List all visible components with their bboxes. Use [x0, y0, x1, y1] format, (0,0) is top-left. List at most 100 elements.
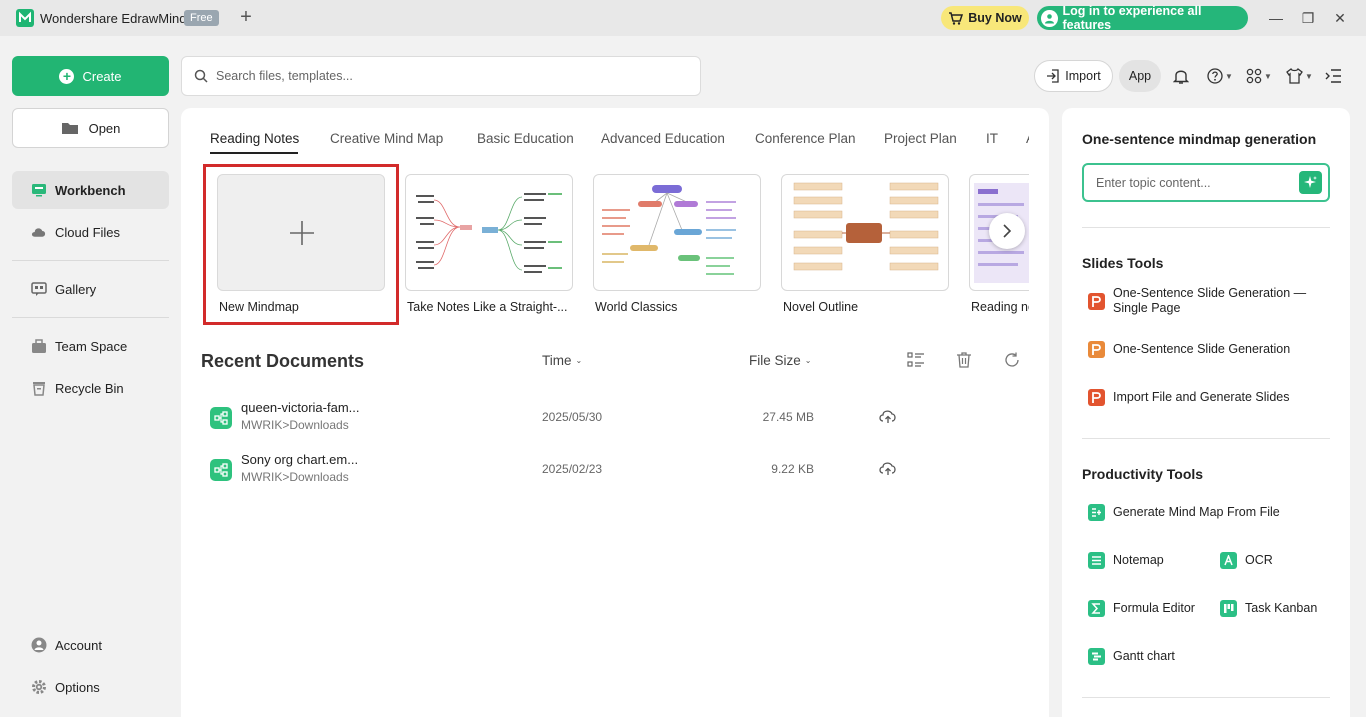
template-card-take-notes[interactable] — [405, 174, 573, 291]
login-button[interactable]: Log in to experience all features — [1037, 4, 1248, 32]
template-card-world-classics[interactable] — [593, 174, 761, 291]
tab-it[interactable]: IT — [986, 131, 998, 146]
template-card-novel-outline[interactable] — [781, 174, 949, 291]
search-bar[interactable] — [181, 56, 701, 96]
import-button[interactable]: Import — [1034, 60, 1113, 92]
document-size: 9.22 KB — [771, 462, 814, 476]
tab-advanced-education[interactable]: Advanced Education — [601, 131, 725, 146]
new-mindmap-card[interactable] — [217, 174, 385, 291]
tool-formula-editor[interactable]: Formula Editor — [1088, 600, 1195, 617]
tab-creative-mind-map[interactable]: Creative Mind Map — [330, 131, 443, 146]
tool-ocr[interactable]: OCR — [1220, 552, 1273, 569]
mindmap-generation-title: One-sentence mindmap generation — [1082, 131, 1317, 147]
productivity-tools-title: Productivity Tools — [1082, 466, 1204, 482]
sidebar-item-label: Cloud Files — [55, 224, 121, 240]
tool-slide-generation[interactable]: One-Sentence Slide Generation — [1088, 341, 1290, 358]
trash-icon[interactable] — [955, 351, 973, 369]
cloud-upload-icon[interactable] — [878, 459, 898, 477]
tab-more[interactable]: A — [1026, 131, 1029, 146]
tab-conference-plan[interactable]: Conference Plan — [755, 131, 856, 146]
sidebar-item-account[interactable]: Account — [12, 626, 169, 664]
edrawmind-logo-icon — [16, 9, 34, 27]
gallery-icon — [31, 281, 47, 297]
create-button[interactable]: + Create — [12, 56, 169, 96]
minimize-button[interactable]: — — [1266, 8, 1286, 28]
ai-generate-button[interactable] — [1299, 171, 1322, 194]
tool-mindmap-from-file[interactable]: Generate Mind Map From File — [1088, 504, 1280, 521]
mindmap-thumbnail — [793, 182, 939, 271]
list-view-icon[interactable] — [907, 351, 925, 369]
tool-gantt-chart[interactable]: Gantt chart — [1088, 648, 1175, 665]
table-row[interactable]: queen-victoria-fam... MWRIK>Downloads 20… — [201, 398, 1021, 442]
close-button[interactable]: ✕ — [1330, 8, 1350, 28]
tool-import-generate-slides[interactable]: Import File and Generate Slides — [1088, 389, 1289, 406]
sidebar-item-options[interactable]: Options — [12, 668, 169, 706]
theme-menu[interactable]: ▼ — [1286, 66, 1313, 86]
chevron-down-icon: ▼ — [1305, 71, 1313, 81]
active-tab-indicator — [210, 152, 298, 154]
new-tab-button[interactable]: + — [234, 6, 258, 30]
sort-by-file-size[interactable]: File Size ⌄ — [749, 353, 811, 368]
kanban-icon — [1220, 600, 1237, 617]
chevron-down-icon: ▼ — [1264, 71, 1272, 81]
notemap-icon — [1088, 552, 1105, 569]
plan-badge: Free — [184, 10, 219, 26]
sidebar-item-gallery[interactable]: Gallery — [12, 270, 169, 308]
slides-icon — [1088, 292, 1105, 310]
gear-icon — [31, 679, 47, 695]
restore-button[interactable]: ❐ — [1298, 8, 1318, 28]
open-button[interactable]: Open — [12, 108, 169, 148]
tool-label: Notemap — [1113, 553, 1164, 567]
search-icon — [194, 69, 208, 83]
sidebar-item-team-space[interactable]: Team Space — [12, 327, 169, 365]
template-tabs: Reading Notes Creative Mind Map Basic Ed… — [210, 131, 1029, 155]
table-row[interactable]: Sony org chart.em... MWRIK>Downloads 202… — [201, 450, 1021, 494]
buy-now-button[interactable]: Buy Now — [941, 6, 1029, 30]
document-path: MWRIK>Downloads — [241, 470, 349, 484]
tab-basic-education[interactable]: Basic Education — [477, 131, 574, 146]
app-button[interactable]: App — [1119, 60, 1161, 92]
recent-documents-title: Recent Documents — [201, 351, 365, 371]
tool-label: Formula Editor — [1113, 601, 1195, 615]
slides-icon — [1088, 341, 1105, 358]
document-name: Sony org chart.em... — [241, 452, 359, 467]
mindmap-thumbnail — [416, 193, 562, 273]
sort-by-time[interactable]: Time ⌄ — [542, 353, 582, 368]
cloud-icon — [31, 224, 47, 240]
sidebar-item-recycle-bin[interactable]: Recycle Bin — [12, 369, 169, 407]
template-label: World Classics — [595, 300, 678, 314]
section-divider — [1082, 438, 1330, 439]
tool-slide-single-page[interactable]: One-Sentence Slide Generation — Single P… — [1088, 286, 1318, 316]
search-input[interactable] — [216, 69, 676, 83]
apps-menu[interactable]: ▼ — [1246, 66, 1272, 86]
tool-task-kanban[interactable]: Task Kanban — [1220, 600, 1317, 617]
sidebar-item-cloud-files[interactable]: Cloud Files — [12, 213, 169, 251]
sidebar-item-workbench[interactable]: Workbench — [12, 171, 169, 209]
document-time: 2025/02/23 — [542, 462, 603, 476]
tab-reading-notes[interactable]: Reading Notes — [210, 131, 299, 146]
sidebar-item-label: Team Space — [55, 338, 128, 354]
workbench-panel: Reading Notes Creative Mind Map Basic Ed… — [181, 108, 1049, 717]
chevron-right-icon — [1003, 224, 1012, 238]
tool-notemap[interactable]: Notemap — [1088, 552, 1164, 569]
mindmap-file-icon — [210, 459, 232, 481]
help-menu[interactable]: ▼ — [1207, 66, 1233, 86]
column-header-time: Time — [542, 353, 572, 368]
buy-now-label: Buy Now — [968, 11, 1022, 25]
sidebar-item-label: Options — [55, 679, 100, 695]
import-label: Import — [1065, 69, 1101, 83]
sigma-icon — [1088, 600, 1105, 617]
collapse-panel-icon[interactable] — [1325, 66, 1342, 86]
gantt-icon — [1088, 648, 1105, 665]
app-label: App — [1128, 69, 1152, 83]
account-icon — [31, 637, 47, 653]
refresh-icon[interactable] — [1003, 351, 1021, 369]
section-divider — [1082, 697, 1330, 698]
tool-label: OCR — [1245, 553, 1273, 567]
cloud-upload-icon[interactable] — [878, 407, 898, 425]
notification-bell-icon[interactable] — [1173, 66, 1189, 86]
carousel-next-button[interactable] — [989, 213, 1025, 249]
topic-input-box[interactable] — [1082, 163, 1330, 202]
topic-input[interactable] — [1096, 175, 1291, 190]
tab-project-plan[interactable]: Project Plan — [884, 131, 957, 146]
